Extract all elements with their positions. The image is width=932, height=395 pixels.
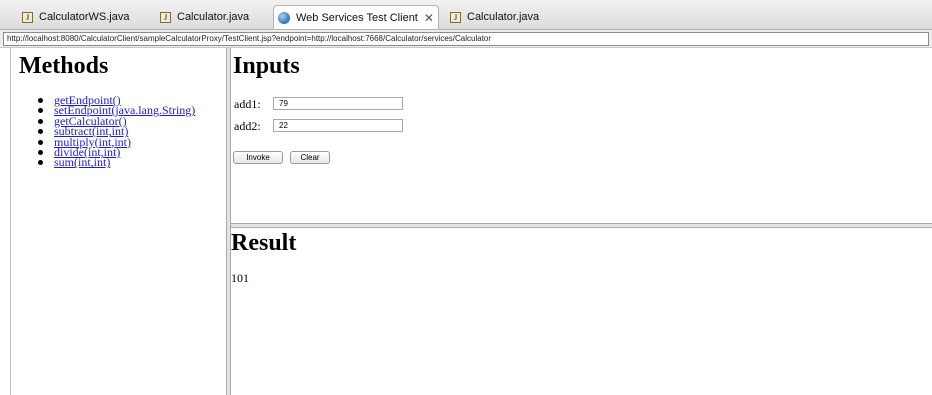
add1-label: add1: <box>234 97 261 111</box>
methods-frame: Methods getEndpoint() setEndpoint(java.l… <box>10 48 226 395</box>
java-file-icon: J <box>450 11 461 23</box>
result-value: 101 <box>231 271 249 285</box>
tab-label: Web Services Test Client <box>296 11 418 24</box>
list-item: sum(int,int) <box>38 155 228 168</box>
add2-input[interactable]: 22 <box>273 119 403 132</box>
tab-calculator-java-2[interactable]: J Calculator.java <box>446 7 543 27</box>
url-input[interactable]: http://localhost:8080/CalculatorClient/s… <box>3 32 929 46</box>
method-list: getEndpoint() setEndpoint(java.lang.Stri… <box>38 95 228 168</box>
horizontal-frame-splitter[interactable] <box>231 223 932 228</box>
method-link-sum[interactable]: sum(int,int) <box>54 155 110 167</box>
close-icon[interactable]: ✕ <box>424 8 434 28</box>
tab-label: CalculatorWS.java <box>39 11 130 23</box>
tab-calculatorws-java[interactable]: J CalculatorWS.java <box>18 7 133 27</box>
add1-input[interactable]: 79 <box>273 97 403 110</box>
globe-icon <box>278 11 290 24</box>
result-heading: Result <box>231 230 297 256</box>
tab-calculator-java[interactable]: J Calculator.java <box>156 7 253 27</box>
java-file-icon: J <box>22 11 33 23</box>
clear-button[interactable]: Clear <box>290 151 330 164</box>
java-file-icon: J <box>160 11 171 23</box>
tab-web-services-test-client[interactable]: Web Services Test Client ✕ <box>273 5 439 29</box>
invoke-button[interactable]: Invoke <box>233 151 283 164</box>
add2-label: add2: <box>234 119 261 133</box>
methods-heading: Methods <box>19 53 109 79</box>
tab-label: Calculator.java <box>177 11 250 23</box>
tab-label: Calculator.java <box>467 11 540 23</box>
editor-tab-bar: J CalculatorWS.java J Calculator.java We… <box>0 0 932 30</box>
vertical-frame-splitter[interactable] <box>226 48 231 395</box>
inputs-heading: Inputs <box>233 53 300 79</box>
